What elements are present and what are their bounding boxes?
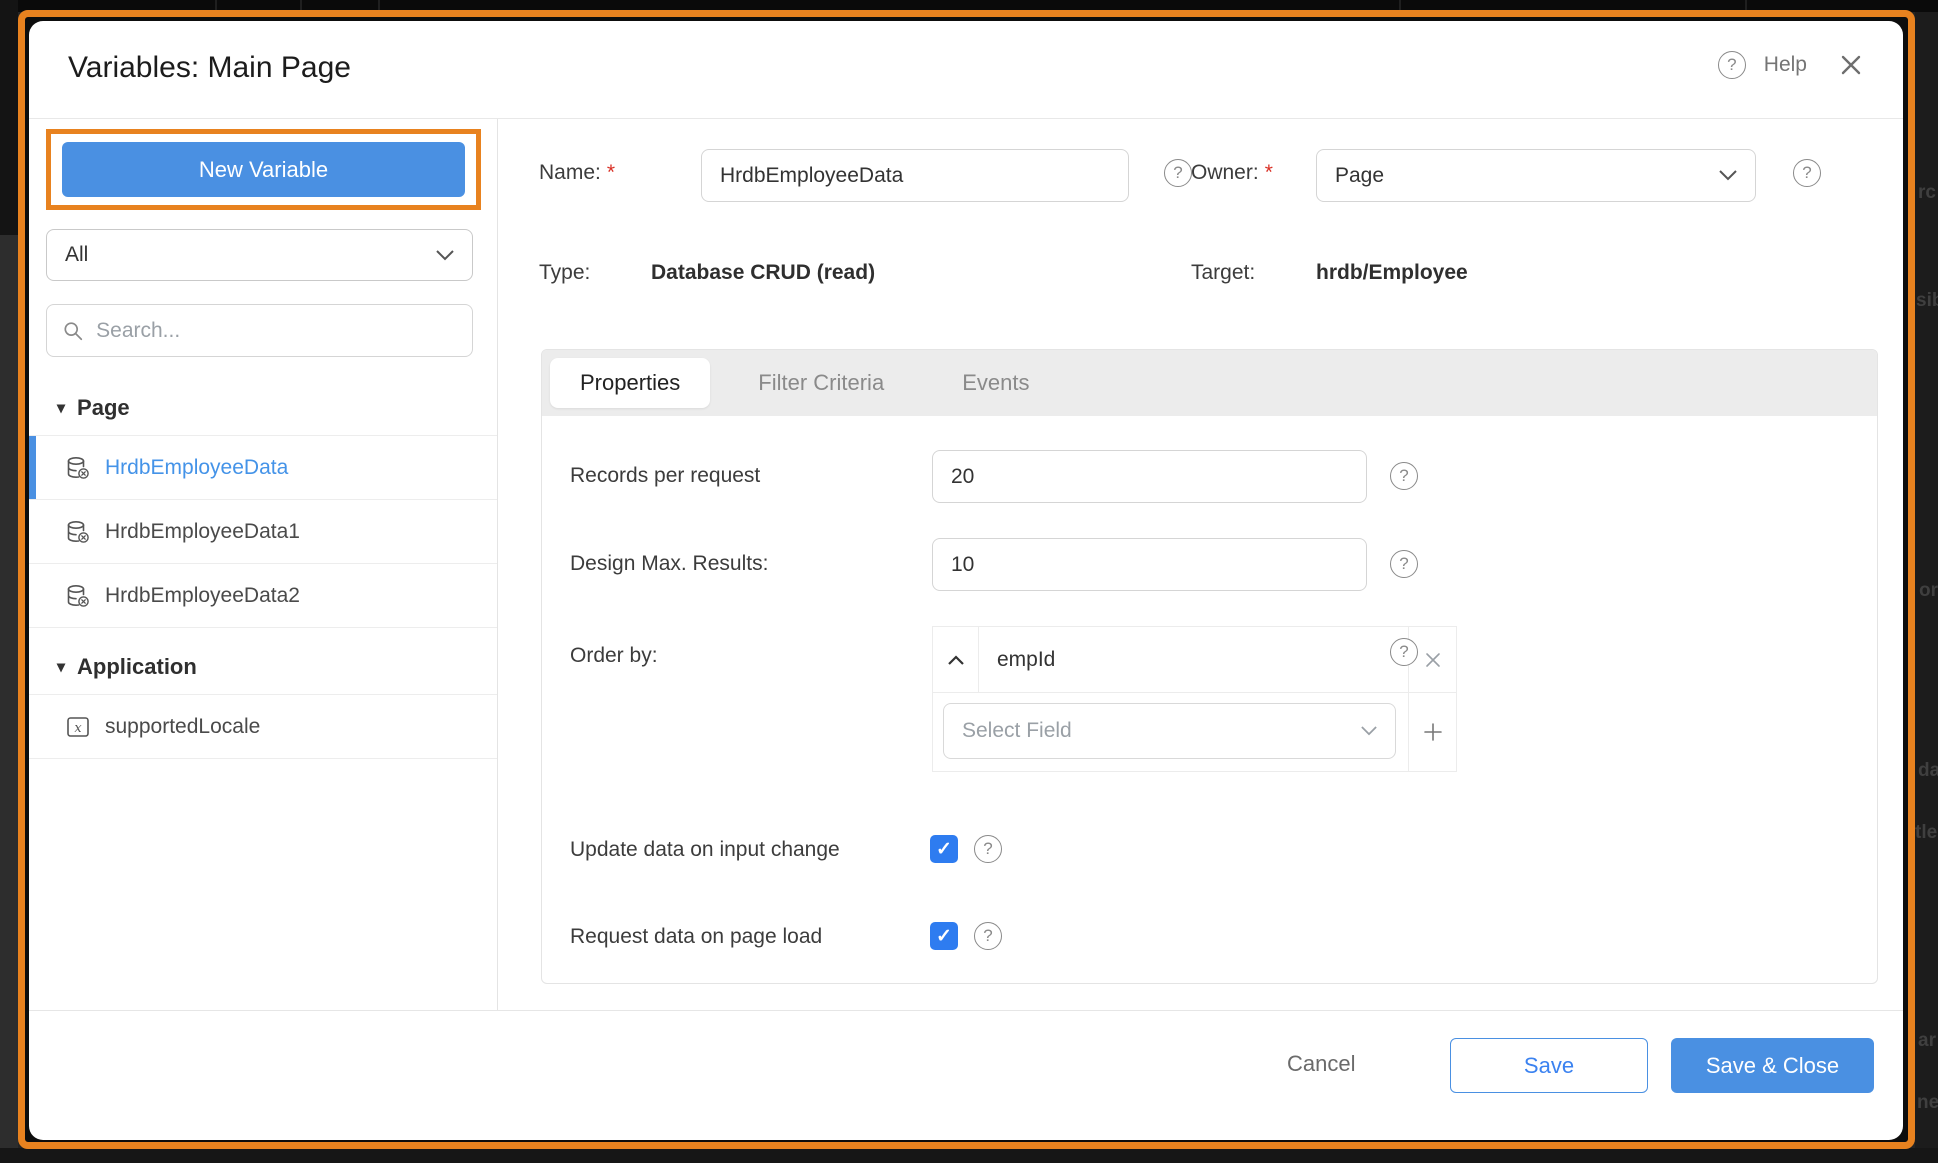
section-label: Page <box>77 395 130 421</box>
order-by-editor: empId Select Field <box>932 626 1457 772</box>
background-panel <box>0 0 18 235</box>
database-variable-icon <box>65 583 91 609</box>
records-help-icon[interactable]: ? <box>1390 462 1418 490</box>
type-value: Database CRUD (read) <box>651 261 875 285</box>
sort-direction-toggle[interactable] <box>933 627 979 692</box>
name-help-icon[interactable]: ? <box>1164 159 1192 187</box>
collapse-triangle-icon: ▾ <box>57 398 65 418</box>
select-field-dropdown[interactable]: Select Field <box>943 703 1396 759</box>
required-asterisk: * <box>607 161 615 184</box>
chevron-down-icon <box>1719 170 1737 181</box>
target-value: hrdb/Employee <box>1316 261 1468 285</box>
order-by-field-value[interactable]: empId <box>979 627 1408 692</box>
expression-variable-icon: x <box>65 715 91 739</box>
save-button[interactable]: Save <box>1450 1038 1648 1093</box>
owner-selected-value: Page <box>1335 164 1384 188</box>
svg-text:x: x <box>74 721 82 736</box>
plus-icon <box>1424 723 1442 741</box>
background-text-fragment: rc <box>1918 182 1936 204</box>
order-by-add-row: Select Field <box>933 693 1456 771</box>
update-data-label: Update data on input change <box>570 838 840 862</box>
background-panel <box>0 235 18 1163</box>
owner-label: Owner:* <box>1191 161 1273 185</box>
variables-sidebar: New Variable All ▾ Page <box>29 119 497 1010</box>
background-text-fragment: da <box>1918 760 1938 782</box>
update-data-help-icon[interactable]: ? <box>974 835 1002 863</box>
background-text-fragment: ne <box>1917 1092 1938 1114</box>
database-variable-icon <box>65 519 91 545</box>
request-data-label: Request data on page load <box>570 925 822 949</box>
background-text-fragment: or <box>1919 580 1938 602</box>
order-by-help-icon[interactable]: ? <box>1390 638 1418 666</box>
properties-panel: Properties Filter Criteria Events Record… <box>541 349 1878 984</box>
variable-name: HrdbEmployeeData1 <box>105 520 300 544</box>
remove-x-icon <box>1425 652 1441 668</box>
background-text-fragment: ar <box>1918 1030 1936 1052</box>
add-order-field-button[interactable] <box>1408 693 1456 771</box>
background-panel <box>0 1148 1938 1163</box>
screen: rc sib or da tle ar ne Variables: Main P… <box>0 0 1938 1163</box>
new-variable-button[interactable]: New Variable <box>62 142 465 197</box>
records-per-request-input[interactable] <box>932 450 1367 503</box>
section-label: Application <box>77 654 197 680</box>
tab-filter-criteria[interactable]: Filter Criteria <box>728 358 914 408</box>
chevron-down-icon <box>1361 726 1377 736</box>
tab-events[interactable]: Events <box>932 358 1059 408</box>
variable-name: supportedLocale <box>105 715 260 739</box>
owner-help-icon[interactable]: ? <box>1793 159 1821 187</box>
help-question-icon[interactable]: ? <box>1718 51 1746 79</box>
section-header-page[interactable]: ▾ Page <box>57 395 497 421</box>
variable-name: HrdbEmployeeData <box>105 456 288 480</box>
variable-search[interactable] <box>46 304 473 357</box>
design-max-help-icon[interactable]: ? <box>1390 550 1418 578</box>
annotation-highlight: New Variable <box>46 129 481 210</box>
tab-bar: Properties Filter Criteria Events <box>542 350 1877 416</box>
filter-selected-value: All <box>65 243 88 267</box>
order-by-label: Order by: <box>570 644 658 668</box>
target-label: Target: <box>1191 261 1255 285</box>
request-data-checkbox[interactable]: ✓ <box>930 922 958 950</box>
design-max-results-label: Design Max. Results: <box>570 552 768 576</box>
dialog-title: Variables: Main Page <box>68 51 351 85</box>
search-input[interactable] <box>96 319 456 343</box>
background-panel: rc sib or da tle ar ne <box>1915 12 1938 1163</box>
help-link[interactable]: Help <box>1764 53 1807 77</box>
variable-name: HrdbEmployeeData2 <box>105 584 300 608</box>
collapse-triangle-icon: ▾ <box>57 657 65 677</box>
search-icon <box>63 320 83 342</box>
sidebar-item-hrdbemployeedata[interactable]: HrdbEmployeeData <box>29 436 497 500</box>
section-header-application[interactable]: ▾ Application <box>57 654 497 680</box>
order-by-entry-row: empId <box>933 627 1456 693</box>
background-text-fragment: tle <box>1915 822 1937 844</box>
save-and-close-button[interactable]: Save & Close <box>1671 1038 1874 1093</box>
dialog-footer: Cancel Save Save & Close <box>29 1011 1903 1140</box>
update-data-checkbox[interactable]: ✓ <box>930 835 958 863</box>
variable-filter-select[interactable]: All <box>46 229 473 281</box>
owner-select[interactable]: Page <box>1316 149 1756 202</box>
required-asterisk: * <box>1265 161 1273 184</box>
name-label: Name:* <box>539 161 615 185</box>
records-per-request-label: Records per request <box>570 464 760 488</box>
sidebar-item-hrdbemployeedata1[interactable]: HrdbEmployeeData1 <box>29 500 497 564</box>
request-data-help-icon[interactable]: ? <box>974 922 1002 950</box>
close-icon[interactable] <box>1839 53 1863 77</box>
cancel-button[interactable]: Cancel <box>1287 1051 1355 1077</box>
variable-detail-panel: Name:* ? Owner:* Page ? Type: Database C… <box>498 119 1903 1010</box>
background-text-fragment: sib <box>1916 290 1938 312</box>
select-field-placeholder: Select Field <box>962 719 1072 743</box>
sidebar-item-supportedlocale[interactable]: x supportedLocale <box>29 695 497 759</box>
variables-dialog: Variables: Main Page ? Help New Variable… <box>29 21 1903 1140</box>
selected-indicator <box>29 436 36 499</box>
caret-up-icon <box>948 655 964 665</box>
chevron-down-icon <box>436 250 454 261</box>
name-field[interactable] <box>701 149 1129 202</box>
database-variable-icon <box>65 455 91 481</box>
type-label: Type: <box>539 261 590 285</box>
sidebar-item-hrdbemployeedata2[interactable]: HrdbEmployeeData2 <box>29 564 497 628</box>
design-max-results-input[interactable] <box>932 538 1367 591</box>
tab-properties[interactable]: Properties <box>550 358 710 408</box>
